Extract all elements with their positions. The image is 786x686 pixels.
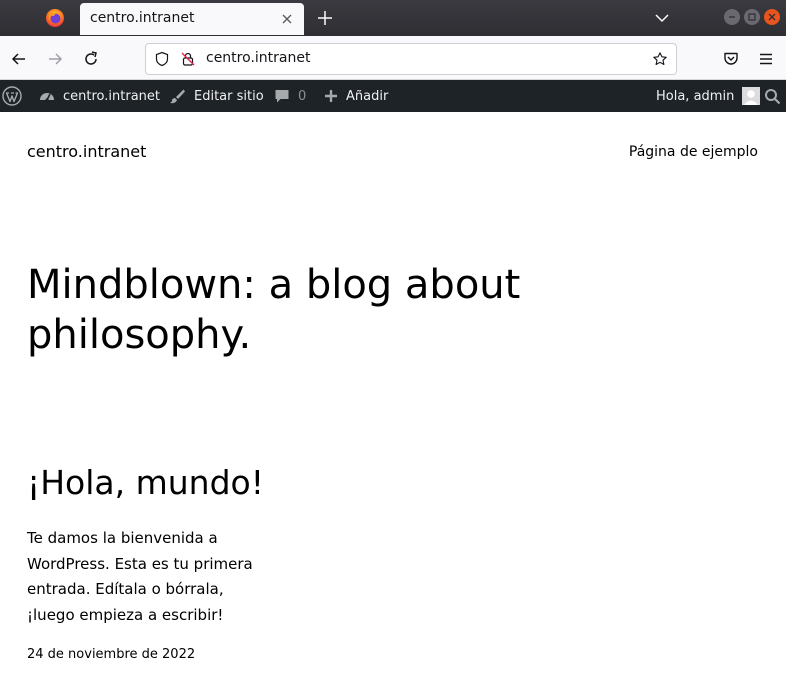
admin-bar-my-account[interactable]: Hola, admin	[656, 80, 761, 112]
admin-bar-site-name[interactable]: centro.intranet	[38, 80, 160, 112]
admin-bar-new-content[interactable]: Añadir	[323, 80, 388, 112]
star-icon[interactable]	[652, 51, 668, 67]
wp-logo-menu[interactable]	[2, 80, 22, 112]
site-title[interactable]: centro.intranet	[27, 142, 146, 161]
brush-icon	[170, 89, 185, 104]
avatar-silhouette-icon	[742, 87, 761, 105]
insecure-lock-icon[interactable]	[180, 51, 196, 67]
hamburger-menu-icon[interactable]	[757, 50, 775, 68]
chevron-down-icon[interactable]	[654, 10, 670, 26]
wp-admin-bar: centro.intranet Editar sitio 0 Añadir Ho…	[0, 80, 786, 112]
window-close-icon	[768, 13, 776, 21]
dashboard-icon	[40, 93, 54, 102]
admin-bar-site-label: centro.intranet	[63, 88, 160, 104]
browser-tab-strip: centro.intranet	[0, 0, 786, 36]
url-bar[interactable]: centro.intranet	[145, 43, 677, 75]
tab-title: centro.intranet	[90, 10, 195, 26]
plus-icon[interactable]	[316, 9, 334, 27]
comment-icon	[275, 90, 289, 103]
shield-icon[interactable]	[154, 51, 170, 67]
reload-icon[interactable]	[82, 50, 100, 68]
comments-count: 0	[298, 88, 307, 104]
firefox-logo-icon[interactable]	[45, 8, 65, 28]
search-icon	[765, 88, 781, 104]
pocket-icon[interactable]	[722, 50, 740, 68]
browser-tab-active[interactable]: centro.intranet	[80, 3, 304, 35]
wordpress-logo-icon	[2, 86, 22, 106]
avatar	[742, 87, 761, 105]
close-icon[interactable]	[280, 12, 294, 26]
forward-arrow-icon[interactable]	[46, 50, 64, 68]
maximize-button[interactable]	[744, 9, 760, 25]
url-text[interactable]: centro.intranet	[206, 50, 310, 66]
browser-navigation-bar: centro.intranet	[0, 36, 786, 80]
minimize-icon	[729, 16, 735, 18]
back-arrow-icon[interactable]	[10, 50, 28, 68]
hero-headline: Mindblown: a blog about philosophy.	[27, 262, 521, 358]
maximize-icon	[748, 13, 756, 21]
nav-link-sample-page[interactable]: Página de ejemplo	[629, 144, 758, 160]
window-close-button[interactable]	[764, 9, 780, 25]
post-title[interactable]: ¡Hola, mundo!	[27, 463, 264, 502]
post-date[interactable]: 24 de noviembre de 2022	[27, 647, 195, 662]
admin-bar-search[interactable]	[764, 80, 781, 112]
admin-bar-new-label: Añadir	[346, 88, 389, 104]
admin-bar-edit-site[interactable]: Editar sitio	[168, 80, 264, 112]
admin-bar-greeting: Hola, admin	[656, 88, 735, 104]
admin-bar-edit-label: Editar sitio	[194, 88, 264, 104]
plus-icon	[325, 90, 337, 102]
post-excerpt: Te damos la bienvenida a WordPress. Esta…	[27, 529, 253, 624]
minimize-button[interactable]	[724, 9, 740, 25]
admin-bar-comments[interactable]: 0	[274, 80, 306, 112]
